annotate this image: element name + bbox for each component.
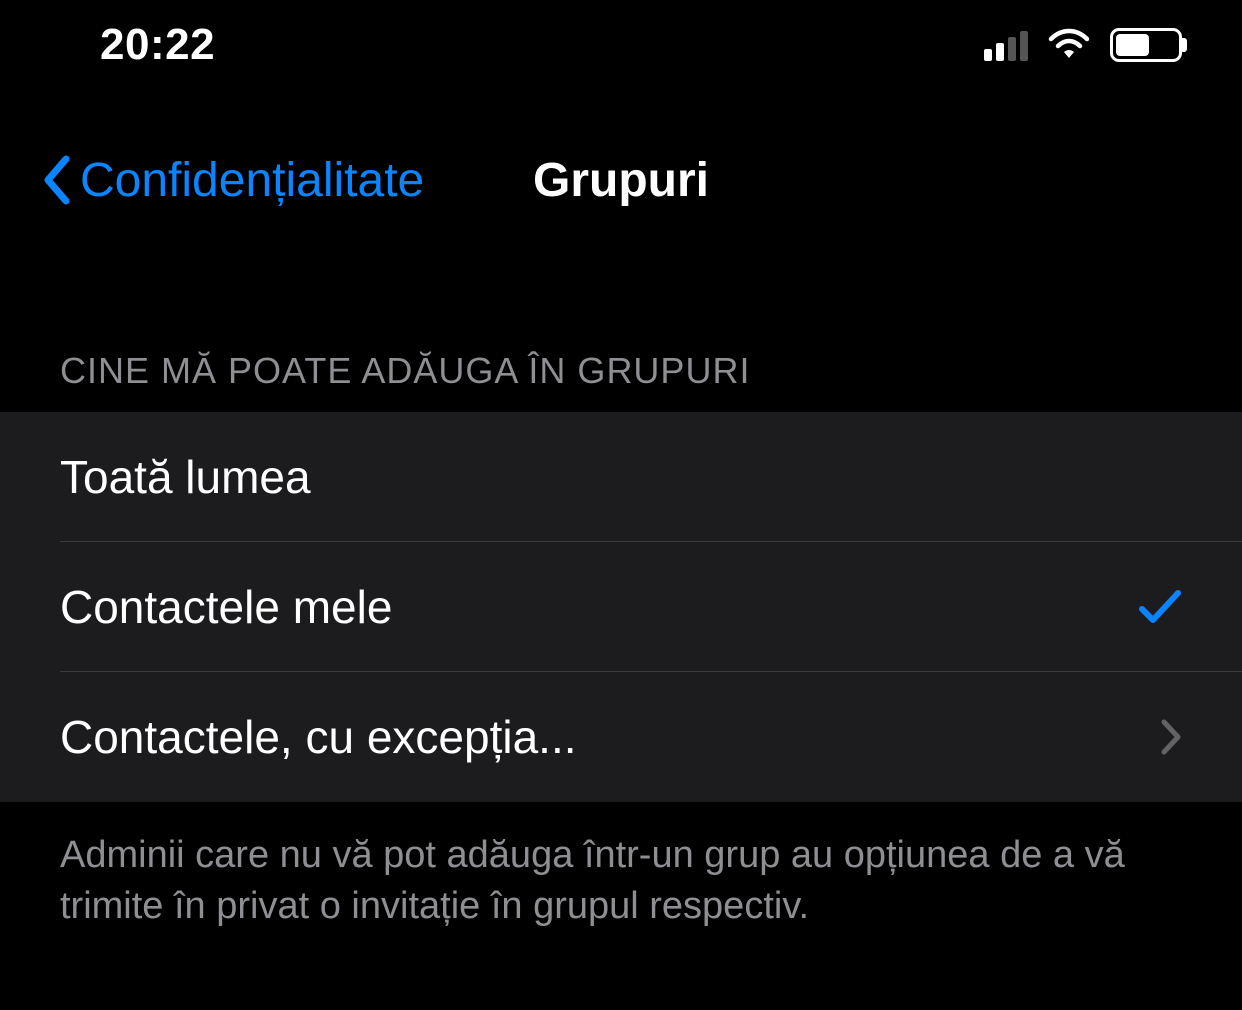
chevron-right-icon xyxy=(1160,718,1182,756)
checkmark-icon xyxy=(1138,587,1182,627)
back-label: Confidențialitate xyxy=(80,153,424,208)
battery-icon xyxy=(1110,28,1182,62)
option-label: Toată lumea xyxy=(60,450,311,504)
chevron-left-icon xyxy=(40,153,72,207)
option-contacts-except[interactable]: Contactele, cu excepția... xyxy=(0,672,1242,802)
option-label: Contactele mele xyxy=(60,580,392,634)
wifi-icon xyxy=(1046,28,1092,62)
page-title: Grupuri xyxy=(533,153,709,208)
navigation-bar: Confidențialitate Grupuri xyxy=(0,110,1242,250)
status-icons xyxy=(984,28,1182,62)
section-header: CINE MĂ POATE ADĂUGA ÎN GRUPURI xyxy=(0,250,1242,412)
option-label: Contactele, cu excepția... xyxy=(60,710,577,764)
status-time: 20:22 xyxy=(100,20,215,70)
section-footer: Adminii care nu vă pot adăuga într-un gr… xyxy=(0,802,1242,961)
back-button[interactable]: Confidențialitate xyxy=(40,153,424,208)
option-my-contacts[interactable]: Contactele mele xyxy=(0,542,1242,672)
options-list: Toată lumea Contactele mele Contactele, … xyxy=(0,412,1242,802)
cellular-signal-icon xyxy=(984,29,1028,61)
status-bar: 20:22 xyxy=(0,0,1242,90)
option-everyone[interactable]: Toată lumea xyxy=(0,412,1242,542)
